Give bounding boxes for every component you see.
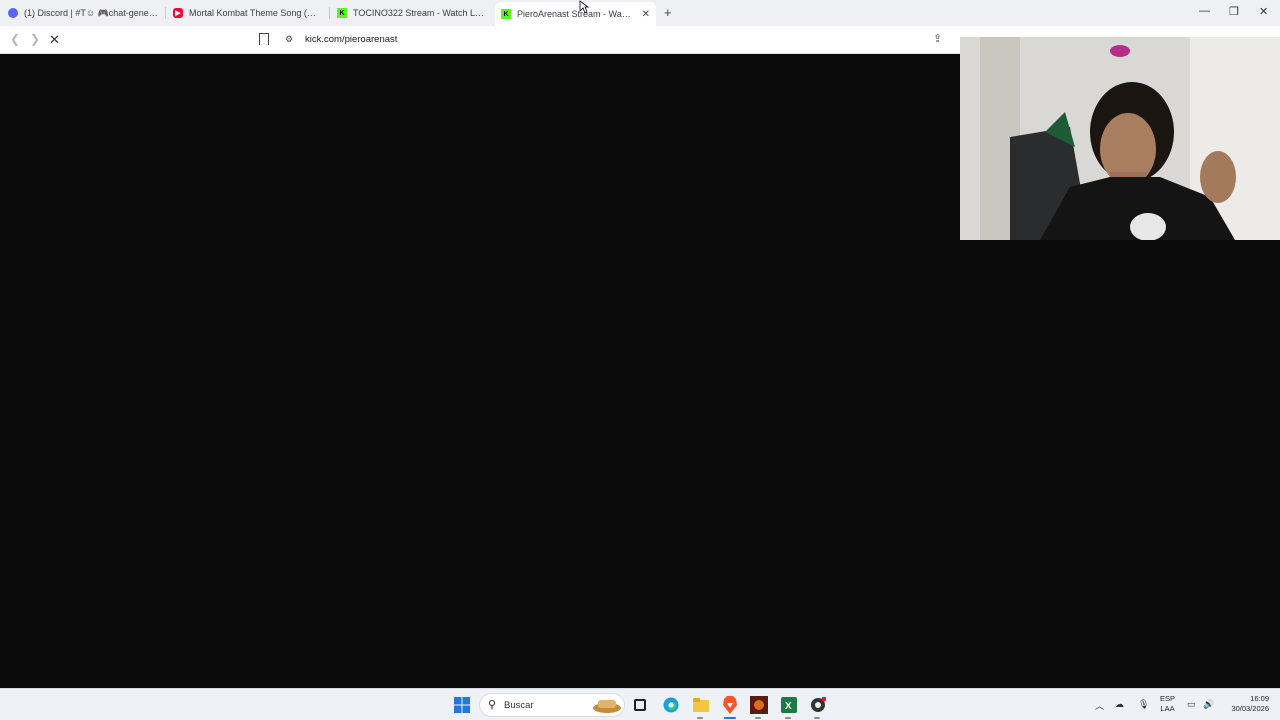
tab-bar: (1) Discord | #T☺ 🎮chat-general | TO ▶ M… — [0, 0, 1280, 26]
game-app-icon[interactable] — [749, 695, 769, 715]
language-indicator[interactable]: ESP LAA — [1160, 694, 1175, 714]
language-code: ESP — [1160, 694, 1176, 703]
share-icon[interactable]: ⇪ — [933, 32, 942, 45]
restore-icon[interactable]: ❐ — [1229, 5, 1239, 18]
tab-discord[interactable]: (1) Discord | #T☺ 🎮chat-general | TO — [8, 3, 158, 23]
new-tab-button[interactable]: + — [664, 5, 672, 20]
tab-pieroarenast-stream[interactable]: K PieroArenast Stream - Watch Liv ✕ — [495, 2, 656, 26]
kick-icon: K — [337, 8, 347, 18]
address-bar[interactable]: kick.com/pieroarenast — [305, 34, 397, 45]
site-info-icon[interactable]: ⚙ — [285, 34, 293, 45]
windows-taskbar: ⚲ Buscar X ︿ ☁ 🎙 ESP LAA ▭ 🔊 16:09 30/03… — [0, 688, 1280, 720]
tab-title: Mortal Kombat Theme Song (Origina — [189, 8, 321, 18]
tab-separator — [165, 7, 166, 19]
tab-title: TOCINO322 Stream - Watch Live on — [353, 8, 485, 18]
brave-browser-icon[interactable] — [720, 695, 740, 715]
show-hidden-icons-icon[interactable]: ︿ — [1095, 699, 1104, 712]
obs-studio-icon[interactable] — [808, 695, 828, 715]
mouse-cursor-icon — [579, 0, 589, 14]
webcam-feed-image — [960, 37, 1280, 240]
search-icon: ⚲ — [488, 699, 497, 711]
tab-tocino-stream[interactable]: K TOCINO322 Stream - Watch Live on — [337, 3, 485, 23]
tab-youtube[interactable]: ▶ Mortal Kombat Theme Song (Origina — [173, 3, 321, 23]
search-label: Buscar — [504, 700, 534, 711]
tab-separator — [329, 7, 330, 19]
running-app-indicator — [697, 717, 703, 719]
running-app-indicator — [755, 717, 761, 719]
clock-time: 16:09 — [1250, 694, 1269, 703]
discord-icon — [8, 8, 18, 18]
running-app-indicator — [814, 717, 820, 719]
youtube-icon: ▶ — [173, 8, 183, 18]
running-app-indicator — [785, 717, 791, 719]
volume-icon[interactable]: 🔊 — [1203, 699, 1214, 710]
close-window-icon[interactable]: ✕ — [1259, 5, 1268, 18]
kick-icon: K — [501, 9, 511, 19]
back-button[interactable]: ❮ — [10, 32, 20, 46]
webcam-overlay — [960, 37, 1280, 240]
svg-text:X: X — [785, 701, 792, 712]
microphone-icon[interactable]: 🎙 — [1138, 699, 1149, 710]
task-view-icon[interactable] — [630, 695, 650, 715]
network-icon[interactable]: ☁ — [1115, 699, 1124, 710]
taskbar-search-box[interactable]: ⚲ Buscar — [479, 693, 625, 717]
tab-title: PieroArenast Stream - Watch Liv — [517, 9, 632, 19]
keyboard-layout: LAA — [1160, 704, 1175, 713]
display-icon[interactable]: ▭ — [1187, 699, 1196, 710]
close-tab-icon[interactable]: ✕ — [642, 9, 650, 20]
excel-icon[interactable]: X — [779, 695, 799, 715]
system-clock[interactable]: 16:09 30/03/2026 — [1225, 694, 1269, 714]
active-app-indicator — [724, 717, 736, 719]
forward-button[interactable]: ❯ — [30, 32, 40, 46]
stop-loading-icon[interactable]: ✕ — [49, 32, 60, 48]
clock-date: 30/03/2026 — [1231, 704, 1269, 713]
tab-title: (1) Discord | #T☺ 🎮chat-general | TO — [24, 7, 158, 18]
bookmark-icon[interactable] — [259, 33, 269, 45]
start-menu-icon[interactable] — [452, 695, 472, 715]
file-explorer-icon[interactable] — [691, 695, 711, 715]
edge-browser-icon[interactable] — [661, 695, 681, 715]
search-highlight-image — [593, 700, 621, 713]
minimize-icon[interactable]: — — [1199, 5, 1210, 17]
